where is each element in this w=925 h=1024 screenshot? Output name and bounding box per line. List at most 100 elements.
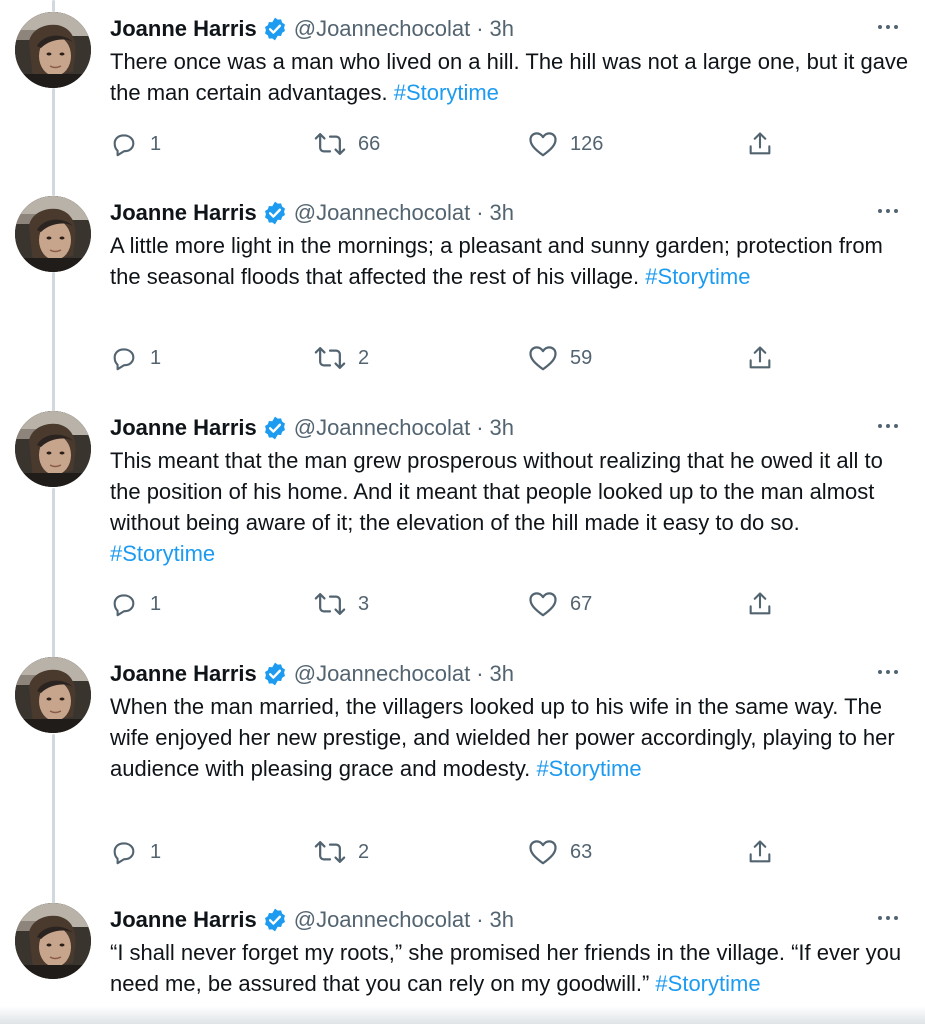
tweet-actions: 1 2 59 [110,343,800,373]
author-handle[interactable]: @Joannechocolat [294,16,470,42]
heart-icon [528,838,558,866]
verified-badge-icon [262,415,288,441]
reply-count: 1 [150,132,162,155]
heart-icon [528,344,558,372]
thread-line [52,272,55,412]
author-name[interactable]: Joanne Harris [110,16,257,42]
tweet-actions: 1 2 63 [110,837,800,867]
retweet-count: 2 [358,840,370,863]
like-button[interactable]: 126 [528,129,603,159]
tweet-text: “I shall never forget my roots,” she pro… [110,940,902,996]
heart-icon [528,590,558,618]
hashtag-link[interactable]: #Storytime [645,264,750,289]
retweet-button[interactable]: 3 [314,589,369,619]
share-button[interactable] [746,343,774,373]
share-icon [746,344,774,372]
retweet-count: 3 [358,592,370,615]
verified-badge-icon [262,16,288,42]
thread-line [52,88,55,196]
reply-icon [110,838,138,866]
like-button[interactable]: 63 [528,837,592,867]
author-name[interactable]: Joanne Harris [110,415,257,441]
reply-button[interactable]: 1 [110,589,161,619]
avatar[interactable] [15,903,91,979]
author-handle[interactable]: @Joannechocolat [294,415,470,441]
more-icon[interactable] [873,903,903,933]
thread-line [52,488,55,658]
like-button[interactable]: 59 [528,343,592,373]
more-icon[interactable] [873,196,903,226]
tweet-text: There once was a man who lived on a hill… [110,49,909,105]
reply-count: 1 [150,840,162,863]
more-icon[interactable] [873,12,903,42]
timestamp[interactable]: 3h [490,907,514,933]
avatar[interactable] [15,196,91,272]
retweet-button[interactable]: 2 [314,837,369,867]
author-handle[interactable]: @Joannechocolat [294,661,470,687]
timestamp[interactable]: 3h [490,16,514,42]
reply-icon [110,130,138,158]
reply-icon [110,590,138,618]
retweet-icon [314,590,346,618]
scroll-fade [0,1006,925,1024]
hashtag-link[interactable]: #Storytime [655,971,760,996]
share-button[interactable] [746,589,774,619]
share-button[interactable] [746,129,774,159]
retweet-icon [314,838,346,866]
tweet-text: A little more light in the mornings; a p… [110,233,883,289]
verified-badge-icon [262,661,288,687]
like-button[interactable]: 67 [528,589,592,619]
timestamp[interactable]: 3h [490,661,514,687]
thread-line [52,0,55,12]
reply-button[interactable]: 1 [110,343,161,373]
author-name[interactable]: Joanne Harris [110,661,257,687]
retweet-button[interactable]: 2 [314,343,369,373]
heart-icon [528,130,558,158]
retweet-button[interactable]: 66 [314,129,380,159]
tweet-actions: 1 66 126 [110,129,800,159]
author-name[interactable]: Joanne Harris [110,200,257,226]
avatar[interactable] [15,12,91,88]
separator: · [476,200,484,225]
author-handle[interactable]: @Joannechocolat [294,200,470,226]
like-count: 67 [570,592,593,615]
share-button[interactable] [746,837,774,867]
reply-button[interactable]: 1 [110,129,161,159]
avatar[interactable] [15,657,91,733]
thread-line [52,734,55,904]
tweet-header: Joanne Harris @Joannechocolat · 3h [110,196,514,230]
separator: · [476,415,484,440]
tweet-header: Joanne Harris @Joannechocolat · 3h [110,903,514,937]
like-count: 126 [570,132,604,155]
tweet-header: Joanne Harris @Joannechocolat · 3h [110,12,514,46]
more-icon[interactable] [873,657,903,687]
share-icon [746,130,774,158]
author-name[interactable]: Joanne Harris [110,907,257,933]
tweet-text: When the man married, the villagers look… [110,694,895,781]
hashtag-link[interactable]: #Storytime [536,756,641,781]
retweet-count: 2 [358,346,370,369]
reply-button[interactable]: 1 [110,837,161,867]
reply-count: 1 [150,592,162,615]
separator: · [476,907,484,932]
share-icon [746,838,774,866]
avatar[interactable] [15,411,91,487]
separator: · [476,661,484,686]
reply-count: 1 [150,346,162,369]
retweet-count: 66 [358,132,381,155]
verified-badge-icon [262,200,288,226]
hashtag-link[interactable]: #Storytime [394,80,499,105]
author-handle[interactable]: @Joannechocolat [294,907,470,933]
verified-badge-icon [262,907,288,933]
retweet-icon [314,130,346,158]
more-icon[interactable] [873,411,903,441]
like-count: 59 [570,346,593,369]
like-count: 63 [570,840,593,863]
separator: · [476,16,484,41]
tweet-header: Joanne Harris @Joannechocolat · 3h [110,411,514,445]
share-icon [746,590,774,618]
timestamp[interactable]: 3h [490,415,514,441]
timestamp[interactable]: 3h [490,200,514,226]
hashtag-link[interactable]: #Storytime [110,541,215,566]
retweet-icon [314,344,346,372]
